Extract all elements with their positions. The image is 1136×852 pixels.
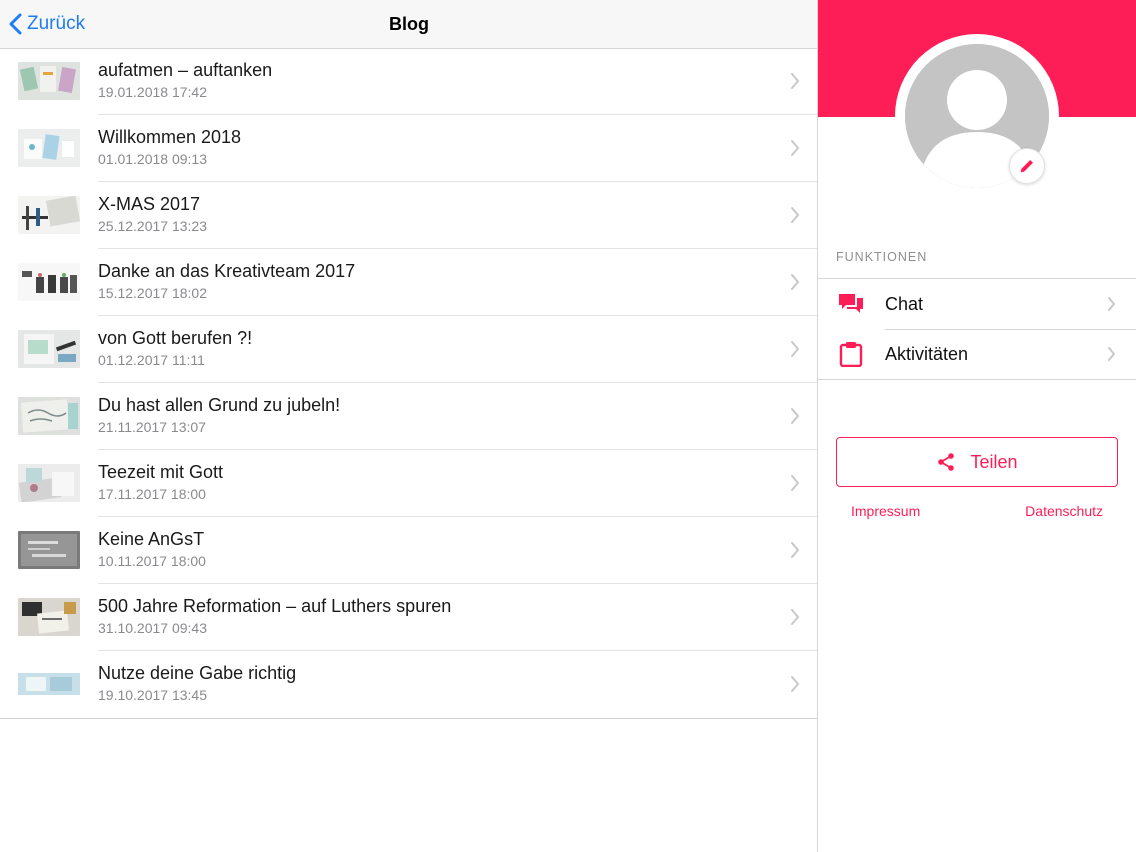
page-title: Blog	[389, 14, 429, 34]
post-title: Willkommen 2018	[98, 127, 242, 147]
functions-list: Chat Aktivitäten	[818, 278, 1136, 380]
post-date: 17.11.2017 18:00	[98, 486, 206, 502]
blog-post-row[interactable]: Willkommen 2018 01.01.2018 09:13	[0, 115, 818, 182]
post-thumbnail	[18, 665, 80, 703]
function-label: Chat	[885, 294, 924, 314]
post-thumbnail	[18, 263, 80, 301]
post-date: 15.12.2017 18:02	[98, 285, 207, 301]
post-title: Teezeit mit Gott	[98, 462, 224, 482]
section-label-funktionen: FUNKTIONEN	[836, 250, 928, 264]
clipboard-icon	[839, 342, 863, 367]
blog-post-row[interactable]: 500 Jahre Reformation – auf Luthers spur…	[0, 584, 818, 651]
post-title: aufatmen – auftanken	[98, 60, 273, 80]
post-thumbnail	[18, 464, 80, 502]
blog-post-row[interactable]: Nutze deine Gabe richtig 19.10.2017 13:4…	[0, 651, 818, 718]
post-date: 10.11.2017 18:00	[98, 553, 206, 569]
share-icon	[938, 453, 955, 471]
blog-post-row[interactable]: Danke an das Kreativteam 2017 15.12.2017…	[0, 249, 818, 316]
chevron-right-icon	[1108, 347, 1115, 361]
datenschutz-link[interactable]: Datenschutz	[1025, 503, 1103, 519]
navigation-bar: Zurück Blog	[0, 0, 818, 49]
chevron-right-icon	[791, 341, 799, 357]
chevron-right-icon	[791, 676, 799, 692]
blog-pane: Zurück Blog aufatmen – auftanken 19.01.2…	[0, 0, 818, 852]
chevron-right-icon	[791, 207, 799, 223]
post-title: von Gott berufen ?!	[98, 328, 253, 348]
blog-post-row[interactable]: aufatmen – auftanken 19.01.2018 17:42	[0, 48, 818, 115]
post-date: 01.12.2017 11:11	[98, 352, 205, 368]
chat-icon	[839, 294, 863, 313]
post-title: 500 Jahre Reformation – auf Luthers spur…	[98, 596, 452, 616]
blog-post-list: aufatmen – auftanken 19.01.2018 17:42 Wi…	[0, 48, 818, 719]
post-date: 31.10.2017 09:43	[98, 620, 207, 636]
post-date: 01.01.2018 09:13	[98, 151, 207, 167]
post-thumbnail	[18, 62, 80, 100]
post-thumbnail	[18, 129, 80, 167]
post-date: 19.10.2017 13:45	[98, 687, 207, 703]
chevron-right-icon	[791, 274, 799, 290]
post-thumbnail	[18, 598, 80, 636]
blog-post-row[interactable]: von Gott berufen ?! 01.12.2017 11:11	[0, 316, 818, 383]
post-thumbnail	[18, 196, 80, 234]
chevron-right-icon	[791, 140, 799, 156]
chevron-right-icon	[1108, 297, 1115, 311]
post-title: Nutze deine Gabe richtig	[98, 663, 297, 683]
post-thumbnail	[18, 397, 80, 435]
chevron-right-icon	[791, 73, 799, 89]
blog-post-row[interactable]: X-MAS 2017 25.12.2017 13:23	[0, 182, 818, 249]
post-title: Du hast allen Grund zu jubeln!	[98, 395, 341, 415]
edit-avatar-button[interactable]	[1009, 148, 1045, 184]
chevron-right-icon	[791, 408, 799, 424]
blog-post-row[interactable]: Du hast allen Grund zu jubeln! 21.11.201…	[0, 383, 818, 450]
post-title: X-MAS 2017	[98, 194, 201, 214]
pencil-icon	[1020, 160, 1033, 173]
post-thumbnail	[18, 531, 80, 569]
blog-post-row[interactable]: Teezeit mit Gott 17.11.2017 18:00	[0, 450, 818, 517]
function-label: Aktivitäten	[885, 344, 969, 364]
post-date: 25.12.2017 13:23	[98, 218, 207, 234]
post-title: Danke an das Kreativteam 2017	[98, 261, 356, 281]
chevron-right-icon	[791, 542, 799, 558]
chevron-right-icon	[791, 475, 799, 491]
function-item-chat[interactable]: Chat	[818, 279, 1136, 329]
chevron-right-icon	[791, 609, 799, 625]
post-thumbnail	[18, 330, 80, 368]
share-button[interactable]: Teilen	[836, 437, 1118, 487]
post-date: 21.11.2017 13:07	[98, 419, 206, 435]
impressum-link[interactable]: Impressum	[851, 503, 920, 519]
post-title: Keine AnGsT	[98, 529, 205, 549]
function-item-aktivitaeten[interactable]: Aktivitäten	[818, 329, 1136, 379]
profile-pane: FUNKTIONEN Chat Aktivitäten Teilen Impre…	[818, 0, 1136, 852]
share-label: Teilen	[970, 451, 1018, 472]
post-date: 19.01.2018 17:42	[98, 84, 207, 100]
blog-post-row[interactable]: Keine AnGsT 10.11.2017 18:00	[0, 517, 818, 584]
